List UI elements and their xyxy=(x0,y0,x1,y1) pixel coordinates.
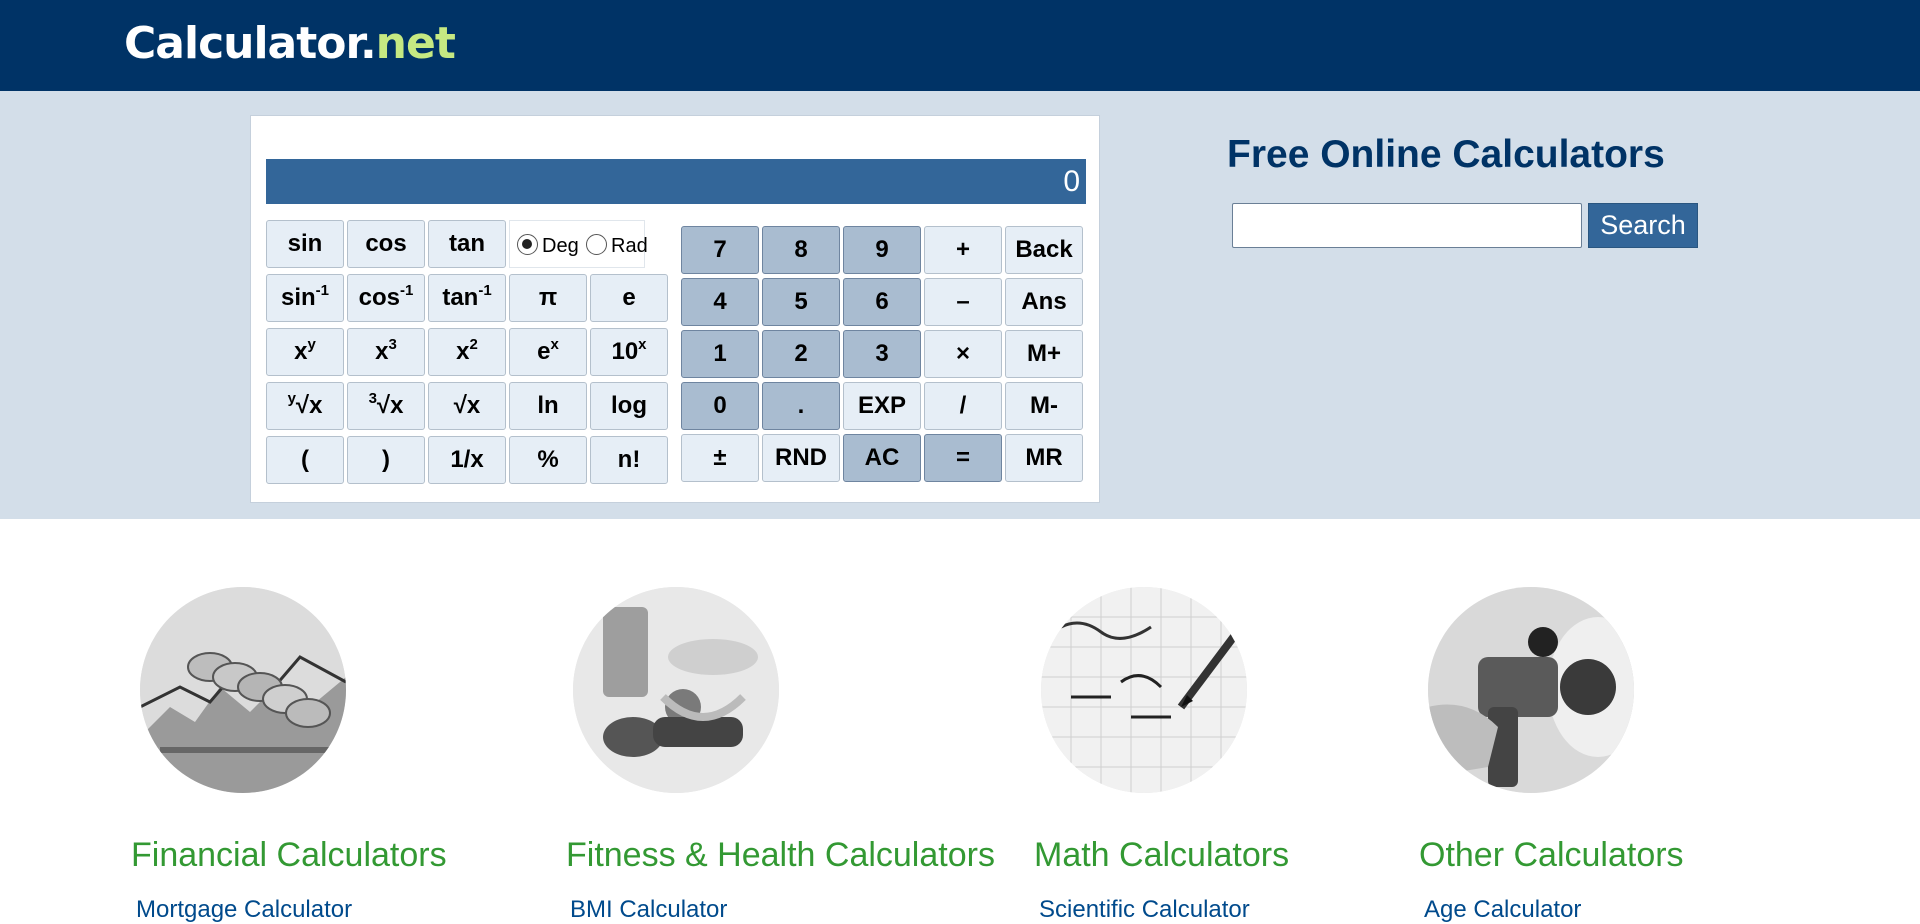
minus-button[interactable]: – xyxy=(924,278,1002,326)
cube-root-pre: 3 xyxy=(368,390,377,407)
plus-button[interactable]: + xyxy=(924,226,1002,274)
x-cubed-button[interactable]: x3 xyxy=(347,328,425,376)
link-mortgage-calculator[interactable]: Mortgage Calculator xyxy=(136,896,352,924)
rad-radio[interactable] xyxy=(586,234,607,255)
cos-button[interactable]: cos xyxy=(347,220,425,268)
x-pow-y-base: x xyxy=(294,338,308,365)
factorial-button[interactable]: n! xyxy=(590,436,668,484)
arcsin-button[interactable]: sin-1 xyxy=(266,274,344,322)
x-squared-sup: 2 xyxy=(469,336,478,353)
arctan-sup: -1 xyxy=(478,282,492,299)
ln-button[interactable]: ln xyxy=(509,382,587,430)
ans-button[interactable]: Ans xyxy=(1005,278,1083,326)
y-root-button[interactable]: y√x xyxy=(266,382,344,430)
left-paren-button[interactable]: ( xyxy=(266,436,344,484)
cube-root-body: √x xyxy=(376,392,404,419)
y-root-body: √x xyxy=(295,392,323,419)
search-input[interactable] xyxy=(1232,203,1582,248)
digit-0-button[interactable]: 0 xyxy=(681,382,759,430)
multiply-button[interactable]: × xyxy=(924,330,1002,378)
cube-root-button[interactable]: 3√x xyxy=(347,382,425,430)
digit-1-button[interactable]: 1 xyxy=(681,330,759,378)
right-paren-button[interactable]: ) xyxy=(347,436,425,484)
digit-7-button[interactable]: 7 xyxy=(681,226,759,274)
x-cubed-sup: 3 xyxy=(388,336,397,353)
log-button[interactable]: log xyxy=(590,382,668,430)
link-bmi-calculator[interactable]: BMI Calculator xyxy=(570,896,727,924)
arcsin-sup: -1 xyxy=(315,282,330,299)
digit-5-button[interactable]: 5 xyxy=(762,278,840,326)
exp-button[interactable]: EXP xyxy=(843,382,921,430)
digit-4-button[interactable]: 4 xyxy=(681,278,759,326)
category-title-other[interactable]: Other Calculators xyxy=(1419,836,1684,875)
x-squared-base: x xyxy=(456,338,470,365)
rad-label: Rad xyxy=(611,235,648,257)
ten-pow-x-button[interactable]: 10x xyxy=(590,328,668,376)
digit-8-button[interactable]: 8 xyxy=(762,226,840,274)
digit-2-button[interactable]: 2 xyxy=(762,330,840,378)
divide-button[interactable]: / xyxy=(924,382,1002,430)
fuel-pump-image[interactable] xyxy=(1428,587,1634,793)
digit-9-button[interactable]: 9 xyxy=(843,226,921,274)
pi-button[interactable]: π xyxy=(509,274,587,322)
plus-minus-button[interactable]: ± xyxy=(681,434,759,482)
arctan-button[interactable]: tan-1 xyxy=(428,274,506,322)
ten-pow-x-sup: x xyxy=(638,336,647,353)
e-pow-x-base: e xyxy=(537,338,551,365)
link-age-calculator[interactable]: Age Calculator xyxy=(1424,896,1581,924)
top-header-bar: Calculator.net xyxy=(0,0,1920,91)
arccos-base: cos xyxy=(358,284,400,311)
scientific-calculator: 0 sin cos tan Deg Rad sin-1 cos-1 tan-1 … xyxy=(250,115,1100,503)
x-cubed-base: x xyxy=(375,338,389,365)
random-button[interactable]: RND xyxy=(762,434,840,482)
all-clear-button[interactable]: AC xyxy=(843,434,921,482)
back-button[interactable]: Back xyxy=(1005,226,1083,274)
arccos-sup: -1 xyxy=(400,282,414,299)
search-button[interactable]: Search xyxy=(1588,203,1698,248)
reciprocal-button[interactable]: 1/x xyxy=(428,436,506,484)
x-squared-button[interactable]: x2 xyxy=(428,328,506,376)
category-title-fitness[interactable]: Fitness & Health Calculators xyxy=(566,836,995,875)
logo-dot: . xyxy=(359,18,377,69)
logo-tld-text: net xyxy=(375,18,456,69)
e-pow-x-sup: x xyxy=(550,336,559,353)
angle-mode-selector: Deg Rad xyxy=(509,220,648,268)
equals-button[interactable]: = xyxy=(924,434,1002,482)
logo-main-text: Calculator xyxy=(124,18,361,69)
sqrt-button[interactable]: √x xyxy=(428,382,506,430)
sin-button[interactable]: sin xyxy=(266,220,344,268)
arccos-button[interactable]: cos-1 xyxy=(347,274,425,322)
percent-button[interactable]: % xyxy=(509,436,587,484)
calculator-display: 0 xyxy=(266,159,1086,204)
memory-subtract-button[interactable]: M- xyxy=(1005,382,1083,430)
ten-pow-x-base: 10 xyxy=(611,338,639,365)
y-root-pre: y xyxy=(287,390,296,407)
category-title-math[interactable]: Math Calculators xyxy=(1034,836,1289,875)
deg-label: Deg xyxy=(542,235,579,257)
page-title: Free Online Calculators xyxy=(1227,133,1665,176)
link-scientific-calculator[interactable]: Scientific Calculator xyxy=(1039,896,1250,924)
fitness-image[interactable] xyxy=(573,587,779,793)
category-title-financial[interactable]: Financial Calculators xyxy=(131,836,447,875)
math-image[interactable] xyxy=(1041,587,1247,793)
site-logo[interactable]: Calculator.net xyxy=(124,18,456,70)
memory-add-button[interactable]: M+ xyxy=(1005,330,1083,378)
coins-image[interactable] xyxy=(140,587,346,793)
decimal-point-button[interactable]: . xyxy=(762,382,840,430)
arcsin-base: sin xyxy=(280,284,316,311)
x-pow-y-sup: y xyxy=(307,336,316,353)
arctan-base: tan xyxy=(442,284,479,311)
digit-6-button[interactable]: 6 xyxy=(843,278,921,326)
memory-recall-button[interactable]: MR xyxy=(1005,434,1083,482)
e-pow-x-button[interactable]: ex xyxy=(509,328,587,376)
e-button[interactable]: e xyxy=(590,274,668,322)
x-pow-y-button[interactable]: xy xyxy=(266,328,344,376)
tan-button[interactable]: tan xyxy=(428,220,506,268)
deg-radio[interactable] xyxy=(517,234,538,255)
digit-3-button[interactable]: 3 xyxy=(843,330,921,378)
